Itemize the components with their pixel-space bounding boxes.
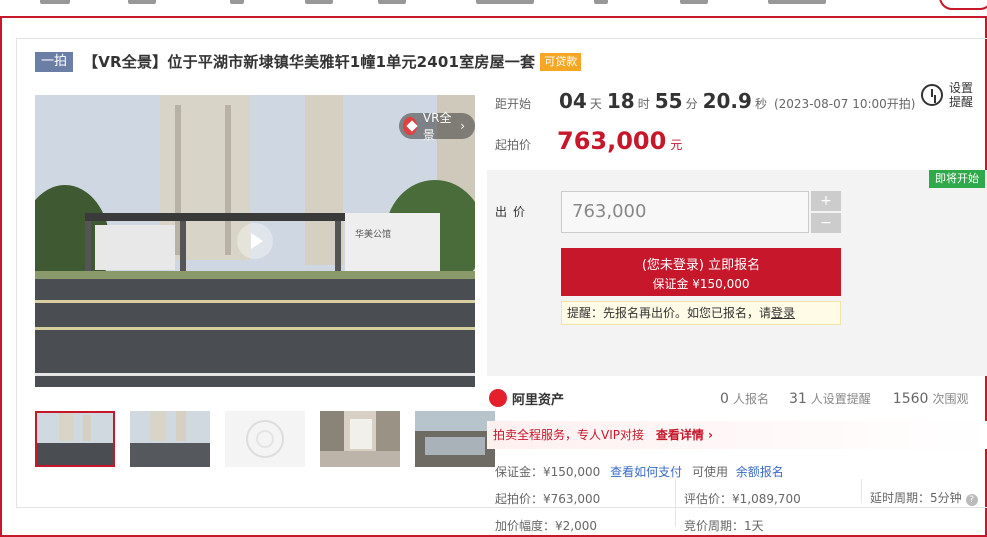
increase-button[interactable]: + (811, 191, 841, 211)
bid-increment: 加价幅度：¥2,000 (495, 519, 597, 533)
thumbnail-image (37, 413, 113, 465)
signup-count-value: 0 (720, 390, 729, 407)
reminder-count-unit: 人设置提醒 (810, 391, 871, 406)
auction-round-tag: 一拍 (35, 51, 74, 72)
set-reminder-button[interactable]: 设置提醒 (921, 81, 975, 109)
bidding-cycle: 竞价周期：1天 (684, 519, 764, 533)
view-count-value: 1560 (892, 390, 929, 407)
thumbnail-2[interactable] (130, 411, 210, 467)
gate-sign: 华美公馆 (355, 230, 392, 240)
nav-item[interactable] (378, 0, 406, 4)
chevron-right-icon: › (460, 119, 465, 133)
vr-icon (403, 117, 417, 135)
nav-item[interactable] (680, 0, 708, 4)
thumbnail-image (130, 411, 210, 467)
countdown-minutes-unit: 分 (685, 97, 698, 111)
login-link[interactable]: 登录 (771, 306, 795, 320)
loan-badge: 可贷款 (540, 52, 582, 71)
deposit-info: 保证金：¥150,000 查看如何支付 可使用 余额报名 (495, 463, 784, 480)
yuebao-link[interactable]: 余额报名 (736, 465, 784, 479)
view-count: 1560 次围观 (893, 390, 969, 407)
countdown-hours: 18 (606, 89, 635, 113)
signup-button[interactable]: (您未登录) 立即报名 保证金 ¥150,000 (561, 248, 841, 296)
signup-count: 0 人报名 (720, 390, 769, 407)
stats-row: 阿里资产 0 人报名 31 人设置提醒 1560 次围观 (487, 382, 987, 414)
main-photo[interactable]: 华美公馆 VR全景 › (35, 95, 475, 387)
decrease-button[interactable]: − (811, 213, 841, 233)
countdown-label: 距开始 (495, 97, 532, 111)
vip-detail-link[interactable]: 查看详情 › (656, 428, 713, 442)
deposit-label: 保证金：¥150,000 (495, 465, 601, 479)
reminder-label: 设置提醒 (949, 81, 974, 109)
status-badge: 即将开始 (929, 170, 985, 188)
countdown: 距开始 04 天 18 时 55 分 20.9 秒 (2023-08-07 10… (495, 89, 915, 113)
reminder-count: 31 人设置提醒 (789, 390, 871, 407)
play-icon[interactable] (237, 223, 273, 259)
countdown-seconds-unit: 秒 (754, 97, 767, 111)
how-to-pay-link[interactable]: 查看如何支付 (610, 465, 682, 479)
brand-name: 阿里资产 (512, 392, 565, 408)
divider (675, 479, 676, 527)
signup-label: (您未登录) 立即报名 (641, 258, 761, 273)
notice-text: 提醒：先报名再出价。如您已报名，请 (567, 306, 772, 320)
appraisal-price: 评估价：¥1,089,700 (684, 492, 801, 506)
countdown-seconds: 20.9 (702, 89, 752, 113)
delay-period: 延时周期：5分钟? (870, 489, 978, 506)
vip-service-banner: 拍卖全程服务，专人VIP对接 查看详情 › (487, 421, 987, 449)
nav-item[interactable] (40, 0, 70, 4)
thumbnail-1[interactable] (35, 411, 115, 467)
title-row: 一拍 【VR全景】位于平湖市新埭镇华美雅轩1幢1单元2401室房屋一套 可贷款 (35, 51, 582, 72)
view-count-unit: 次围观 (932, 391, 969, 406)
login-notice: 提醒：先报名再出价。如您已报名，请登录 (561, 301, 841, 325)
thumbnail-image (320, 411, 400, 467)
vip-text: 拍卖全程服务，专人VIP对接 (493, 428, 644, 442)
nav-item[interactable] (768, 0, 826, 4)
ali-assets-logo: 阿里资产 (489, 389, 564, 408)
vr-panorama-button[interactable]: VR全景 › (399, 111, 475, 142)
thumbnail-image (415, 411, 495, 467)
nav-item[interactable] (128, 0, 156, 4)
countdown-minutes: 55 (654, 89, 683, 113)
page-title: 【VR全景】位于平湖市新埭镇华美雅轩1幢1单元2401室房屋一套 (83, 53, 536, 71)
thumbnail-strip (35, 411, 495, 467)
vr-label: VR全景 (422, 111, 452, 142)
nav-item[interactable] (594, 0, 608, 4)
thumbnail-3[interactable] (225, 411, 305, 467)
auction-card: 一拍 【VR全景】位于平湖市新埭镇华美雅轩1幢1单元2401室房屋一套 可贷款 (16, 38, 987, 533)
usable-label: 可使用 (691, 465, 728, 479)
countdown-days-unit: 天 (589, 97, 602, 111)
search-icon[interactable] (939, 0, 987, 10)
help-icon[interactable]: ? (965, 494, 978, 506)
start-price-label: 起拍价 (495, 138, 532, 152)
start-price-value: 763,000 (557, 127, 667, 155)
start-price-unit: 元 (670, 138, 683, 152)
bid-amount-input[interactable]: 763,000 (561, 191, 809, 233)
countdown-days: 04 (559, 89, 587, 113)
nav-item[interactable] (230, 0, 244, 4)
reminder-count-value: 31 (788, 390, 807, 407)
nav-item[interactable] (476, 0, 534, 4)
divider (861, 479, 862, 503)
thumbnail-4[interactable] (320, 411, 400, 467)
ali-logo-icon (489, 389, 507, 407)
start-price-detail: 起拍价：¥763,000 (495, 492, 601, 506)
signup-count-unit: 人报名 (732, 391, 769, 406)
signup-deposit: 保证金 ¥150,000 (652, 277, 750, 291)
nav-item[interactable] (305, 0, 333, 4)
bid-panel: 即将开始 出价 763,000 + − (您未登录) 立即报名 保证金 ¥150… (487, 170, 987, 376)
start-time: (2023-08-07 10:00开拍) (773, 97, 916, 111)
thumbnail-5[interactable] (415, 411, 495, 467)
top-navigation (0, 0, 987, 18)
alarm-clock-icon (921, 84, 943, 106)
countdown-hours-unit: 时 (637, 97, 650, 111)
thumbnail-image (246, 420, 284, 458)
delay-period-text: 延时周期：5分钟 (870, 491, 962, 505)
bid-label: 出价 (495, 205, 532, 219)
start-price-row: 起拍价 763,000 元 (495, 127, 682, 155)
